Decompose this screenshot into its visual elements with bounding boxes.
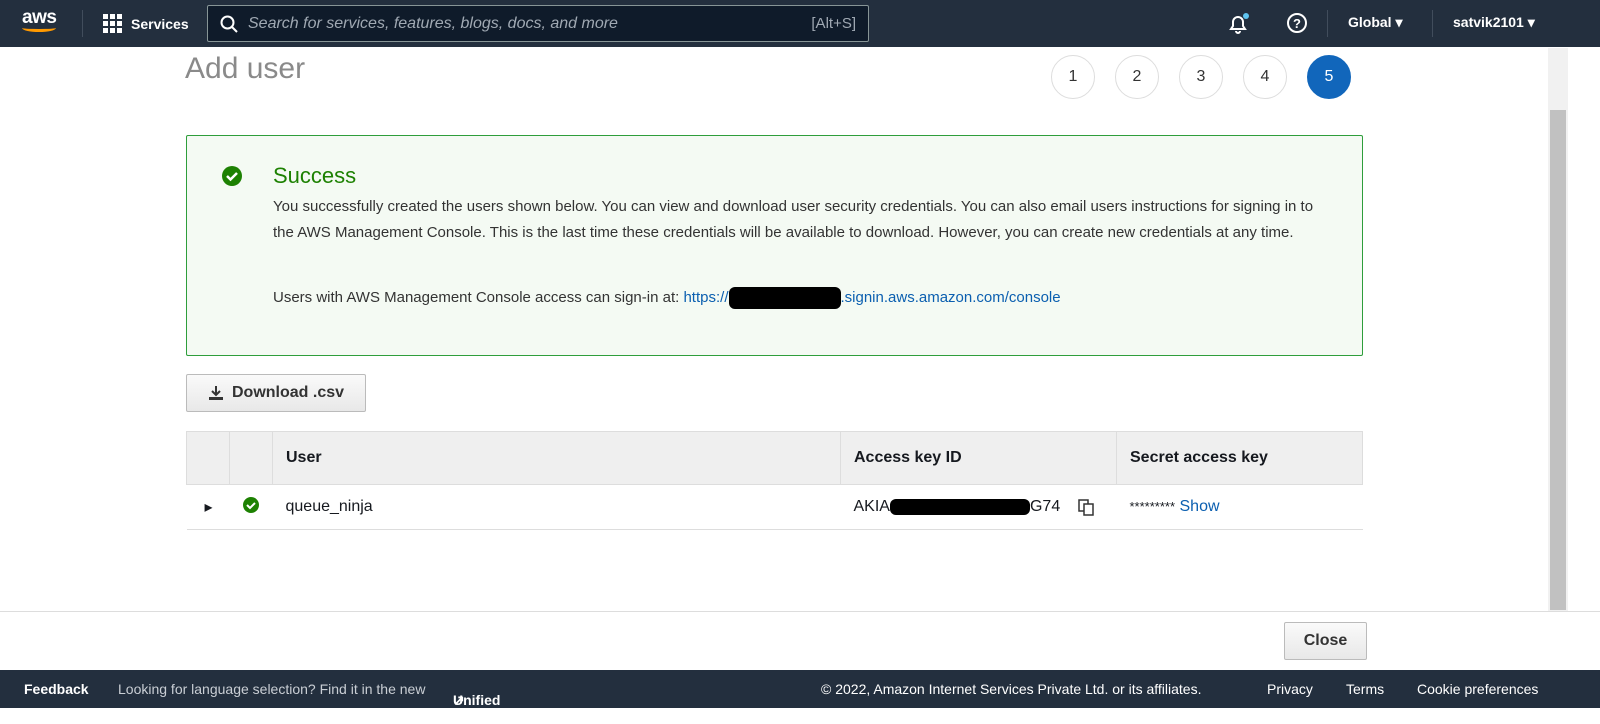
region-menu[interactable]: Global ▾: [1348, 14, 1402, 31]
taskbar: [0, 708, 1600, 722]
feedback-link[interactable]: Feedback: [24, 681, 89, 697]
search-input[interactable]: Search for services, features, blogs, do…: [207, 5, 869, 42]
table-row: ▸ queue_ninja AKIA G74 ********* Show: [186, 484, 1363, 530]
step-1: 1: [1051, 55, 1095, 99]
account-menu[interactable]: satvik2101 ▾: [1453, 14, 1535, 31]
step-3: 3: [1179, 55, 1223, 99]
privacy-link[interactable]: Privacy: [1267, 681, 1313, 697]
language-text: Looking for language selection? Find it …: [118, 681, 426, 697]
copyright: © 2022, Amazon Internet Services Private…: [821, 681, 1202, 697]
success-alert: Success You successfully created the use…: [186, 135, 1363, 356]
footer: Feedback Looking for language selection?…: [0, 670, 1600, 724]
users-table: User Access key ID Secret access key ▸ q…: [186, 431, 1363, 530]
notifications-button[interactable]: [1226, 12, 1250, 39]
download-csv-button[interactable]: Download .csv: [186, 374, 366, 412]
alert-title: Success: [273, 163, 357, 188]
top-nav: aws Services Search for services, featur…: [0, 0, 1600, 47]
access-key-id: AKIA G74: [840, 484, 1117, 530]
help-button[interactable]: ?: [1286, 12, 1308, 37]
help-icon: ?: [1287, 13, 1307, 33]
signin-line: Users with AWS Management Console access…: [273, 287, 1061, 309]
page-title: Add user: [185, 52, 306, 85]
divider: [82, 10, 83, 37]
search-placeholder: Search for services, features, blogs, do…: [248, 14, 618, 32]
external-link-icon: ↗: [453, 692, 465, 708]
cookie-preferences-link[interactable]: Cookie preferences: [1417, 681, 1538, 697]
signin-link[interactable]: https://.signin.aws.amazon.com/console: [683, 287, 1061, 309]
download-icon: [208, 386, 223, 400]
step-2: 2: [1115, 55, 1159, 99]
user-name: queue_ninja: [272, 484, 841, 530]
services-menu[interactable]: Services: [103, 14, 189, 33]
search-shortcut: [Alt+S]: [811, 15, 856, 32]
secret-key: ********* Show: [1116, 484, 1363, 530]
show-secret-link[interactable]: Show: [1180, 498, 1220, 515]
scrollbar[interactable]: [1548, 48, 1568, 612]
copy-icon[interactable]: [1077, 498, 1095, 516]
check-circle-icon: [222, 166, 242, 186]
col-secret-key: Secret access key: [1116, 431, 1363, 485]
scrollbar-thumb[interactable]: [1550, 110, 1566, 610]
services-label: Services: [131, 15, 189, 32]
col-access-key: Access key ID: [840, 431, 1117, 485]
step-5: 5: [1307, 55, 1351, 99]
alert-body: You successfully created the users shown…: [273, 198, 1314, 241]
aws-logo[interactable]: aws: [22, 8, 62, 37]
terms-link[interactable]: Terms: [1346, 681, 1384, 697]
close-button[interactable]: Close: [1284, 622, 1367, 660]
redaction: [728, 287, 841, 309]
bottom-bar: Close: [0, 611, 1600, 670]
svg-text:?: ?: [1293, 16, 1301, 31]
step-4: 4: [1243, 55, 1287, 99]
expand-caret-icon[interactable]: ▸: [186, 484, 230, 530]
search-icon: [220, 15, 238, 33]
check-circle-icon: [242, 496, 259, 513]
col-user: User: [272, 431, 841, 485]
grid-icon: [103, 14, 122, 33]
bell-icon: [1229, 13, 1249, 34]
redaction: [889, 498, 1030, 515]
